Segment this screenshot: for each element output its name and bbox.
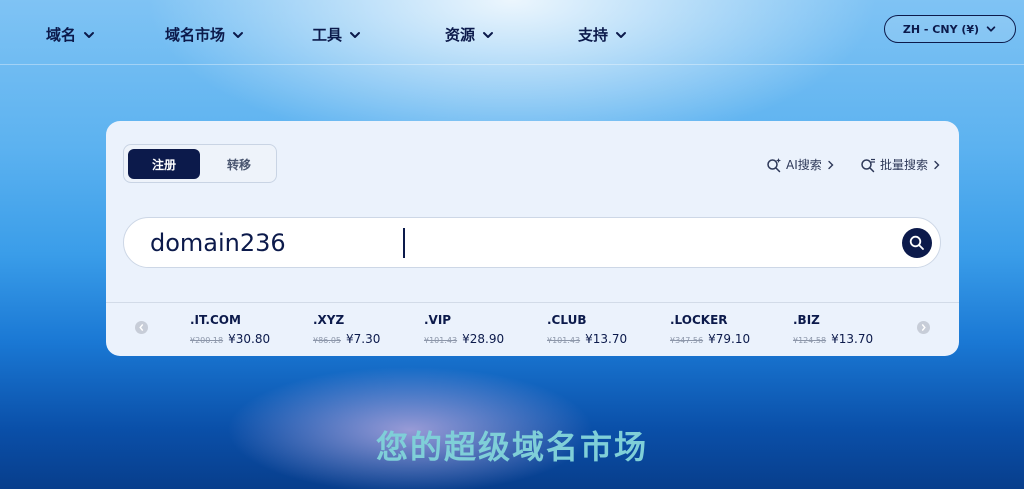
nav-support-label: 支持 [578,26,609,44]
chevron-down-icon [84,31,95,38]
chevron-right-icon [828,160,834,169]
tld-name: .BIZ [793,313,820,327]
chevron-down-icon [350,31,361,38]
chevron-down-icon [986,26,996,32]
nav-domains-label: 域名 [46,26,77,44]
tld-item[interactable]: .VIP ¥101.43 ¥28.90 [424,313,504,346]
tld-name: .LOCKER [670,313,728,327]
bulk-search-link[interactable]: 批量搜索 [860,156,942,173]
tld-old-price: ¥101.43 [424,336,458,345]
domain-search-card: 注册 转移 AI搜索 批量搜索 domain236 .IT.COM ¥200.1… [106,121,959,356]
tab-register[interactable]: 注册 [128,149,200,179]
nav-marketplace-label: 域名市场 [165,26,226,44]
chevron-right-icon [934,160,940,169]
search-mode-toggle: 注册 转移 [123,144,277,183]
tld-name: .IT.COM [190,313,241,327]
tld-old-price: ¥347.56 [670,336,704,345]
tld-item[interactable]: .XYZ ¥86.05 ¥7.30 [313,313,380,346]
top-navigation: 域名 域名市场 工具 资源 支持 ZH - CNY (¥) [0,0,1024,65]
ai-search-icon [767,157,781,172]
tab-transfer[interactable]: 转移 [204,149,274,179]
search-button[interactable] [902,228,932,258]
tld-name: .CLUB [547,313,587,327]
ai-search-label: AI搜索 [786,158,822,172]
tld-price: ¥13.70 [585,332,628,346]
tld-price: ¥28.90 [462,332,505,346]
nav-resources[interactable]: 资源 [445,24,495,45]
chevron-down-icon [616,31,627,38]
tld-old-price: ¥124.58 [793,336,827,345]
tld-carousel-next-button[interactable] [917,321,930,334]
tld-item[interactable]: .CLUB ¥101.43 ¥13.70 [547,313,627,346]
language-currency-label: ZH - CNY (¥) [902,22,980,36]
tld-old-price: ¥200.18 [190,336,224,345]
chevron-down-icon [233,31,244,38]
tld-name: .VIP [424,313,452,327]
tld-item[interactable]: .LOCKER ¥347.56 ¥79.10 [670,313,750,346]
tld-carousel-prev-button[interactable] [135,321,148,334]
ai-search-link[interactable]: AI搜索 [766,156,836,173]
bulk-search-label: 批量搜索 [880,158,929,172]
domain-search-input[interactable] [150,227,850,259]
text-caret [403,228,405,258]
nav-tools-label: 工具 [312,26,343,44]
nav-domains[interactable]: 域名 [46,24,96,45]
tld-price: ¥79.10 [708,332,751,346]
tld-old-price: ¥101.43 [547,336,581,345]
tld-item[interactable]: .BIZ ¥124.58 ¥13.70 [793,313,873,346]
tld-price: ¥30.80 [228,332,271,346]
hero-slogan: 您的超级域名市场 [375,428,648,466]
chevron-down-icon [483,31,494,38]
language-currency-selector[interactable]: ZH - CNY (¥) [884,15,1016,43]
tld-item[interactable]: .IT.COM ¥200.18 ¥30.80 [190,313,270,346]
nav-resources-label: 资源 [445,26,476,44]
card-divider [106,302,959,303]
bulk-search-icon [861,158,875,172]
tld-price: ¥13.70 [831,332,874,346]
chevron-right-icon [921,324,926,331]
nav-support[interactable]: 支持 [578,24,628,45]
tld-old-price: ¥86.05 [313,336,341,345]
chevron-left-icon [139,324,144,331]
tld-name: .XYZ [313,313,345,327]
nav-tools[interactable]: 工具 [312,24,362,45]
domain-search-box [123,217,941,268]
nav-marketplace[interactable]: 域名市场 [165,24,245,45]
search-icon [909,235,924,250]
tld-price: ¥7.30 [346,332,381,346]
